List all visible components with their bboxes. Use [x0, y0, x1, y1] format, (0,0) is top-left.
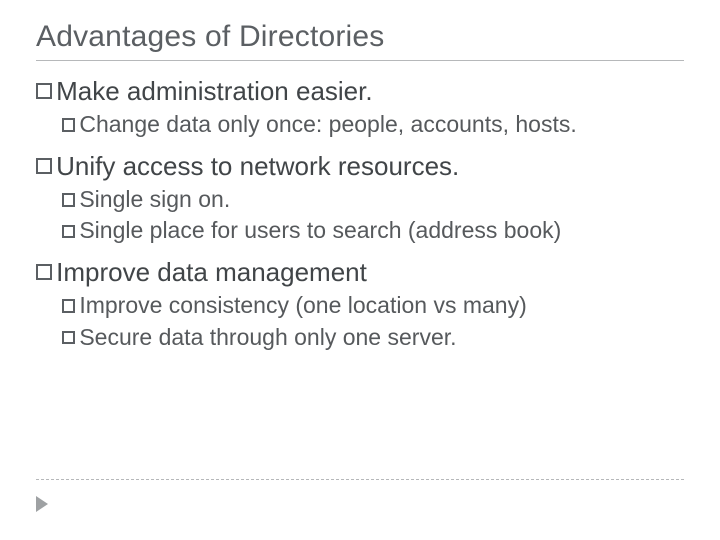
list-item: Improve data management Improve consiste… — [36, 256, 684, 352]
list-item-text: Improve consistency (one location vs man… — [79, 292, 526, 318]
list-item: Improve consistency (one location vs man… — [62, 291, 684, 320]
list-item: Single sign on. — [62, 185, 684, 214]
list-item: Single place for users to search (addres… — [62, 216, 684, 245]
page-title: Advantages of Directories — [36, 20, 684, 54]
square-bullet-icon — [62, 331, 75, 344]
list-item-text: Unify access to network resources. — [56, 151, 459, 181]
arrow-right-icon — [36, 496, 48, 512]
list-item-text: Make administration easier. — [56, 76, 372, 106]
list-item: Secure data through only one server. — [62, 323, 684, 352]
list-item-text: Single sign on. — [79, 186, 230, 212]
square-bullet-icon — [62, 193, 75, 206]
list-item-text: Change data only once: people, accounts,… — [79, 111, 576, 137]
square-bullet-icon — [62, 225, 75, 238]
list-item-text: Single place for users to search (addres… — [79, 217, 561, 243]
square-bullet-icon — [62, 118, 75, 131]
square-bullet-icon — [36, 158, 52, 174]
slide: Advantages of Directories Make administr… — [0, 0, 720, 540]
footer-divider — [36, 479, 684, 480]
title-underline — [36, 60, 684, 61]
list-item-text: Secure data through only one server. — [79, 324, 456, 350]
list-item: Unify access to network resources. Singl… — [36, 150, 684, 246]
list-item: Change data only once: people, accounts,… — [62, 110, 684, 139]
bullet-list: Make administration easier. Change data … — [36, 75, 684, 352]
list-item: Make administration easier. Change data … — [36, 75, 684, 140]
square-bullet-icon — [62, 299, 75, 312]
square-bullet-icon — [36, 264, 52, 280]
sub-bullet-list: Improve consistency (one location vs man… — [36, 291, 684, 352]
sub-bullet-list: Single sign on. Single place for users t… — [36, 185, 684, 246]
list-item-text: Improve data management — [56, 257, 367, 287]
sub-bullet-list: Change data only once: people, accounts,… — [36, 110, 684, 139]
square-bullet-icon — [36, 83, 52, 99]
